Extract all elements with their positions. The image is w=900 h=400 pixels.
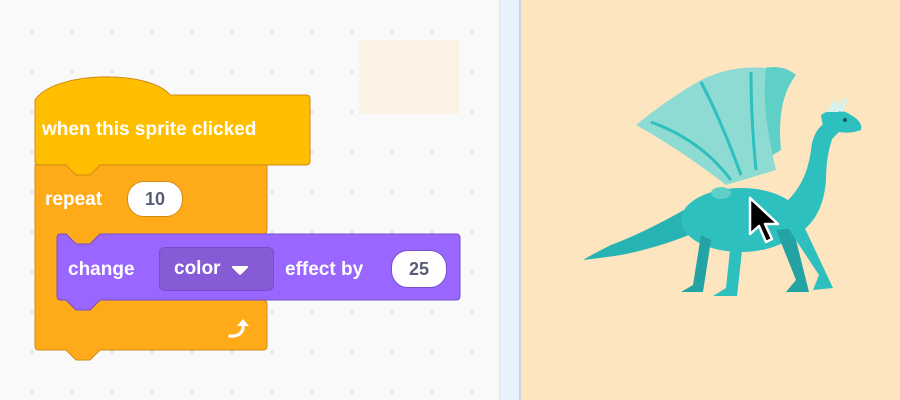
effect-amount-input[interactable]: 25 [391, 250, 447, 288]
effect-dropdown-value: color [174, 258, 221, 279]
change-label: change [68, 259, 135, 280]
repeat-label: repeat [45, 189, 103, 210]
stage[interactable] [521, 0, 900, 400]
mouse-pointer-icon [748, 196, 780, 244]
effect-by-label: effect by [285, 259, 364, 280]
panel-divider [500, 0, 520, 400]
repeat-count-input[interactable]: 10 [127, 181, 183, 217]
code-area[interactable]: when this sprite clicked repeat 10 chang… [0, 0, 500, 400]
hat-block-label: when this sprite clicked [42, 119, 257, 140]
dropdown-arrow-icon [232, 266, 249, 275]
effect-dropdown[interactable]: color [159, 247, 274, 291]
dragon-sprite[interactable] [581, 60, 871, 310]
loop-arrow-icon [228, 319, 249, 338]
